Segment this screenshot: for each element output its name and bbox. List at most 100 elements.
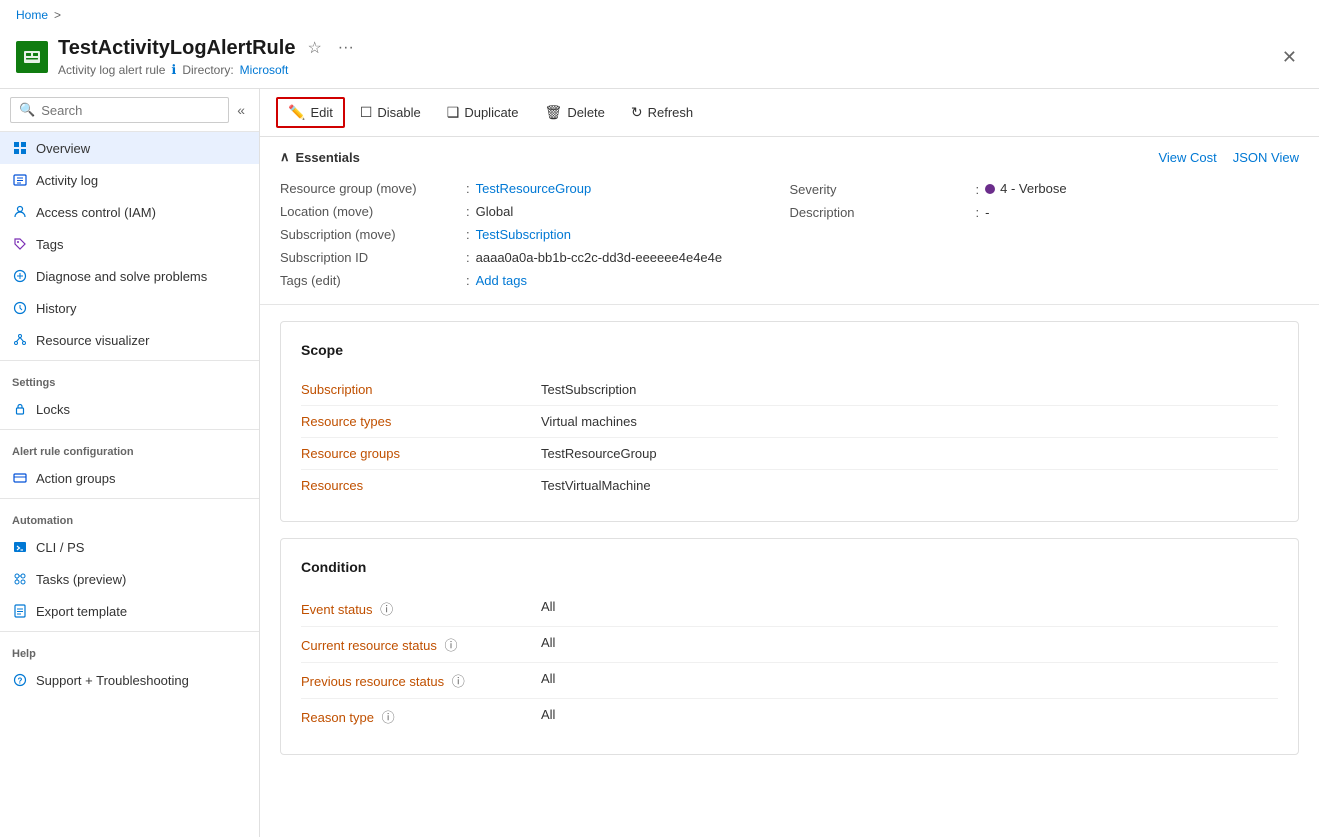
tags-edit-link[interactable]: edit bbox=[315, 273, 336, 288]
severity-badge: 4 - Verbose bbox=[985, 181, 1067, 196]
settings-section-label: Settings bbox=[0, 365, 259, 393]
severity-label: Severity bbox=[790, 182, 970, 197]
tags-label: Tags bbox=[36, 237, 63, 252]
description-row: Description : - bbox=[790, 201, 1300, 224]
subscription-link[interactable]: TestSubscription bbox=[476, 227, 571, 242]
resource-group-label: Resource group (move) bbox=[280, 181, 460, 196]
tags-icon bbox=[12, 236, 28, 252]
json-view-link[interactable]: JSON View bbox=[1233, 150, 1299, 165]
resource-title-block: TestActivityLogAlertRule ☆ ··· Activity … bbox=[58, 36, 1266, 78]
delete-button[interactable]: 🗑 Delete bbox=[534, 98, 616, 127]
severity-row: Severity : 4 - Verbose bbox=[790, 177, 1300, 201]
condition-title: Condition bbox=[301, 559, 1278, 575]
svg-text:?: ? bbox=[18, 677, 23, 686]
sidebar-item-diagnose[interactable]: Diagnose and solve problems bbox=[0, 260, 259, 292]
subscription-row: Subscription (move) : TestSubscription bbox=[280, 223, 790, 246]
sidebar-item-locks[interactable]: Locks bbox=[0, 393, 259, 425]
scope-card: Scope Subscription TestSubscription Reso… bbox=[280, 321, 1299, 522]
breadcrumb-sep: > bbox=[54, 8, 61, 22]
sidebar-item-action-groups[interactable]: Action groups bbox=[0, 462, 259, 494]
previous-resource-status-label: Previous resource status ⓘ bbox=[301, 671, 541, 690]
support-label: Support + Troubleshooting bbox=[36, 673, 189, 688]
description-label: Description bbox=[790, 205, 970, 220]
sidebar-item-support[interactable]: ? Support + Troubleshooting bbox=[0, 664, 259, 696]
subscription-move-link[interactable]: move bbox=[359, 227, 391, 242]
locks-label: Locks bbox=[36, 402, 70, 417]
scope-resource-groups-value: TestResourceGroup bbox=[541, 446, 657, 461]
current-resource-status-row: Current resource status ⓘ All bbox=[301, 627, 1278, 663]
overview-icon bbox=[12, 140, 28, 156]
event-status-value: All bbox=[541, 599, 555, 614]
tags-value: Add tags bbox=[476, 273, 527, 288]
duplicate-button[interactable]: ❑ Duplicate bbox=[436, 98, 530, 127]
essentials-title[interactable]: ∧ Essentials bbox=[280, 149, 360, 165]
export-template-icon bbox=[12, 603, 28, 619]
sidebar-item-cli-ps[interactable]: CLI / PS bbox=[0, 531, 259, 563]
content-area: ✏️ Edit ☐ Disable ❑ Duplicate 🗑 Delete ↻ bbox=[260, 89, 1319, 837]
iam-icon bbox=[12, 204, 28, 220]
scope-subscription-label: Subscription bbox=[301, 382, 541, 397]
sidebar-item-activity-log[interactable]: Activity log bbox=[0, 164, 259, 196]
tags-row: Tags (edit) : Add tags bbox=[280, 269, 790, 292]
essentials-left: Resource group (move) : TestResourceGrou… bbox=[280, 177, 790, 292]
view-cost-link[interactable]: View Cost bbox=[1158, 150, 1216, 165]
event-status-row: Event status ⓘ All bbox=[301, 591, 1278, 627]
search-icon: 🔍 bbox=[19, 102, 35, 118]
sidebar-item-iam[interactable]: Access control (IAM) bbox=[0, 196, 259, 228]
previous-resource-status-row: Previous resource status ⓘ All bbox=[301, 663, 1278, 699]
sidebar-item-overview[interactable]: Overview bbox=[0, 132, 259, 164]
resource-group-move-link[interactable]: move bbox=[380, 181, 412, 196]
disable-button[interactable]: ☐ Disable bbox=[349, 98, 432, 127]
collapse-sidebar-button[interactable]: « bbox=[233, 100, 249, 120]
condition-card: Condition Event status ⓘ All Current res… bbox=[280, 538, 1299, 755]
previous-resource-status-info-icon: ⓘ bbox=[452, 674, 465, 689]
search-box[interactable]: 🔍 bbox=[10, 97, 229, 123]
tasks-icon bbox=[12, 571, 28, 587]
refresh-button[interactable]: ↻ Refresh bbox=[620, 98, 704, 127]
scope-resource-groups-label: Resource groups bbox=[301, 446, 541, 461]
location-value: Global bbox=[476, 204, 514, 219]
scope-subscription-row: Subscription TestSubscription bbox=[301, 374, 1278, 406]
main-layout: 🔍 « Overview Activity log bbox=[0, 89, 1319, 837]
reason-type-value: All bbox=[541, 707, 555, 722]
toolbar: ✏️ Edit ☐ Disable ❑ Duplicate 🗑 Delete ↻ bbox=[260, 89, 1319, 137]
scope-resource-types-row: Resource types Virtual machines bbox=[301, 406, 1278, 438]
close-button[interactable]: ✕ bbox=[1276, 45, 1303, 70]
essentials-header: ∧ Essentials View Cost JSON View bbox=[280, 149, 1299, 165]
sidebar-item-history[interactable]: History bbox=[0, 292, 259, 324]
description-value: - bbox=[985, 205, 989, 220]
sidebar-item-resource-visualizer[interactable]: Resource visualizer bbox=[0, 324, 259, 356]
more-options-button[interactable]: ··· bbox=[334, 37, 358, 59]
resource-icon bbox=[16, 41, 48, 73]
reason-type-row: Reason type ⓘ All bbox=[301, 699, 1278, 734]
tasks-label: Tasks (preview) bbox=[36, 572, 126, 587]
favorite-button[interactable]: ☆ bbox=[303, 36, 325, 60]
resource-title: TestActivityLogAlertRule ☆ ··· bbox=[58, 36, 1266, 60]
resource-subtitle: Activity log alert rule ℹ Directory: Mic… bbox=[58, 62, 1266, 78]
edit-button[interactable]: ✏️ Edit bbox=[276, 97, 345, 128]
sidebar-item-export-template[interactable]: Export template bbox=[0, 595, 259, 627]
breadcrumb-home[interactable]: Home bbox=[16, 8, 48, 22]
resource-group-link[interactable]: TestResourceGroup bbox=[476, 181, 592, 196]
alert-rule-section-label: Alert rule configuration bbox=[0, 434, 259, 462]
search-container: 🔍 « bbox=[0, 89, 259, 132]
help-section-label: Help bbox=[0, 636, 259, 664]
essentials-grid: Resource group (move) : TestResourceGrou… bbox=[280, 177, 1299, 292]
sidebar-item-tags[interactable]: Tags bbox=[0, 228, 259, 260]
locks-icon bbox=[12, 401, 28, 417]
search-input[interactable] bbox=[41, 103, 220, 118]
add-tags-link[interactable]: Add tags bbox=[476, 273, 527, 288]
location-move-link[interactable]: move bbox=[337, 204, 369, 219]
scope-subscription-value: TestSubscription bbox=[541, 382, 636, 397]
action-groups-icon bbox=[12, 470, 28, 486]
location-row: Location (move) : Global bbox=[280, 200, 790, 223]
severity-dot bbox=[985, 184, 995, 194]
subscription-id-value: aaaa0a0a-bb1b-cc2c-dd3d-eeeeee4e4e4e bbox=[476, 250, 723, 265]
breadcrumb: Home > bbox=[0, 0, 1319, 30]
resource-visualizer-label: Resource visualizer bbox=[36, 333, 149, 348]
previous-resource-status-value: All bbox=[541, 671, 555, 686]
cli-ps-label: CLI / PS bbox=[36, 540, 84, 555]
subscription-id-row: Subscription ID : aaaa0a0a-bb1b-cc2c-dd3… bbox=[280, 246, 790, 269]
event-status-label: Event status ⓘ bbox=[301, 599, 541, 618]
sidebar-item-tasks[interactable]: Tasks (preview) bbox=[0, 563, 259, 595]
